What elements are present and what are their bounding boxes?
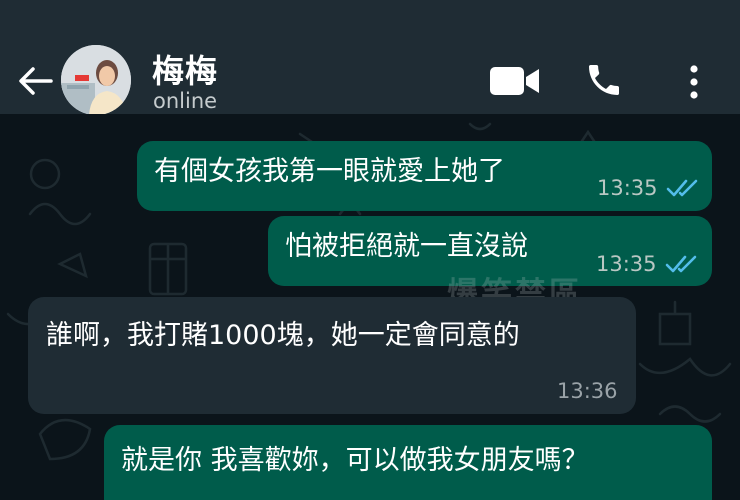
message-bubble-outgoing[interactable]: 有個女孩我第一眼就愛上她了 13:35	[137, 141, 712, 211]
message-meta: 13:35	[596, 247, 699, 281]
chat-area[interactable]: 有個女孩我第一眼就愛上她了 13:35 怕被拒絕就一直沒說 13:35 爆笑禁區…	[0, 114, 740, 500]
voice-call-button[interactable]	[582, 58, 626, 102]
message-meta: 13:35	[597, 171, 700, 205]
message-text: 誰啊，我打賭1000塊，她一定會同意的	[46, 320, 520, 351]
message-time: 13:35	[596, 252, 657, 276]
message-bubble-outgoing[interactable]: 就是你 我喜歡妳，可以做我女朋友嗎？	[104, 425, 712, 500]
message-time: 13:35	[597, 176, 658, 200]
avatar-photo	[61, 45, 131, 115]
contact-avatar[interactable]	[61, 45, 131, 115]
message-text: 就是你 我喜歡妳，可以做我女朋友嗎？	[121, 445, 589, 476]
phone-icon	[589, 65, 619, 95]
contact-name[interactable]: 梅梅	[152, 46, 218, 92]
back-arrow-icon	[19, 67, 53, 95]
double-check-icon	[666, 179, 697, 197]
message-time: 13:36	[557, 379, 618, 403]
chat-header: 梅梅 online	[0, 0, 740, 115]
more-options-icon	[690, 65, 698, 99]
message-text: 怕被拒絕就一直沒說	[285, 231, 528, 262]
video-call-button[interactable]	[488, 60, 542, 102]
video-call-icon	[490, 67, 539, 95]
contact-status: online	[153, 89, 218, 113]
message-meta: 13:36	[557, 374, 618, 408]
more-options-button[interactable]	[680, 58, 708, 106]
back-button[interactable]	[14, 60, 56, 102]
message-bubble-incoming[interactable]: 誰啊，我打賭1000塊，她一定會同意的 13:36	[28, 297, 636, 414]
message-text: 有個女孩我第一眼就愛上她了	[154, 156, 505, 187]
double-check-icon	[665, 255, 696, 273]
